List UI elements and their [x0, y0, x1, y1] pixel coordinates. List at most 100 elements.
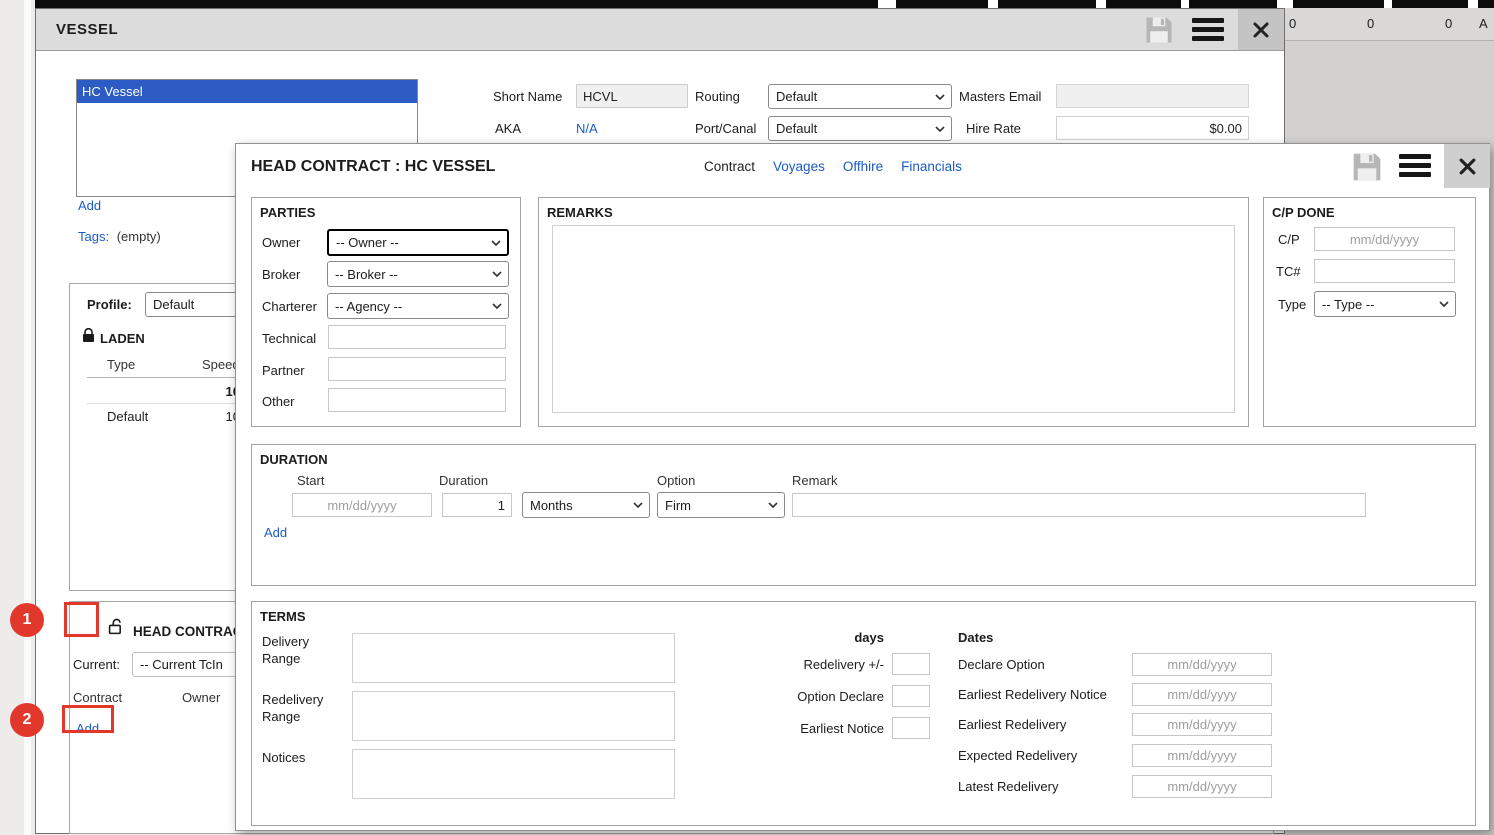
cp-done-section: C/P DONE C/P TC# Type -- Type --	[1263, 197, 1476, 427]
earliest-notice-input[interactable]	[892, 717, 930, 739]
lock-open-icon[interactable]	[108, 618, 126, 638]
chevron-down-icon	[491, 240, 501, 246]
laden-col-speed: Speed	[202, 357, 240, 372]
option-declare-input[interactable]	[892, 685, 930, 707]
laden-title: LADEN	[100, 331, 145, 346]
terms-days-header: days	[672, 630, 884, 645]
duration-value-input[interactable]	[442, 493, 512, 517]
right-col-value: A	[1479, 16, 1488, 31]
tc-input[interactable]	[1314, 259, 1455, 283]
owner-select-value: -- Owner --	[336, 235, 487, 250]
chevron-down-icon	[492, 271, 502, 277]
remarks-textarea[interactable]	[552, 225, 1235, 413]
right-col-value: 0	[1445, 16, 1452, 31]
aka-value-link[interactable]: N/A	[576, 121, 598, 136]
top-chrome-gap	[1468, 0, 1478, 8]
terms-section: TERMS Delivery Range Redelivery Range No…	[251, 601, 1476, 826]
owner-select[interactable]: -- Owner --	[327, 229, 509, 256]
earliest-redelivery-notice-date-input[interactable]	[1132, 683, 1272, 706]
cp-label: C/P	[1278, 232, 1300, 247]
top-chrome-gap	[1384, 0, 1392, 8]
routing-label: Routing	[695, 89, 740, 104]
right-col-value: 0	[1289, 16, 1296, 31]
duration-option-value: Firm	[665, 498, 764, 513]
duration-title: DURATION	[260, 452, 328, 467]
tab-voyages[interactable]: Voyages	[773, 159, 825, 174]
declare-option-date-input[interactable]	[1132, 653, 1272, 676]
hc-col-contract: Contract	[73, 690, 122, 705]
earliest-redelivery-date-input[interactable]	[1132, 713, 1272, 736]
hire-rate-label: Hire Rate	[966, 121, 1021, 136]
tab-offhire[interactable]: Offhire	[843, 159, 883, 174]
type-select[interactable]: -- Type --	[1314, 291, 1456, 317]
lock-closed-icon[interactable]	[82, 328, 95, 347]
chevron-down-icon	[492, 303, 502, 309]
cp-date-input[interactable]	[1314, 227, 1455, 251]
masters-email-label: Masters Email	[959, 89, 1041, 104]
latest-redelivery-date-input[interactable]	[1132, 775, 1272, 798]
top-chrome-gap	[988, 0, 998, 8]
right-panel-header: 0 0 0 A	[1285, 8, 1494, 41]
menu-icon[interactable]	[1192, 18, 1224, 45]
top-chrome-gap	[1277, 0, 1293, 8]
save-icon[interactable]	[1144, 15, 1174, 48]
broker-select[interactable]: -- Broker --	[327, 261, 509, 287]
vessel-window-header: VESSEL	[36, 9, 1284, 51]
type-label: Type	[1278, 297, 1306, 312]
annotation-step-2: 2	[10, 703, 44, 737]
duration-section: DURATION Start Duration Option Remark Mo…	[251, 444, 1476, 586]
tc-label: TC#	[1276, 264, 1301, 279]
routing-select[interactable]: Default	[768, 84, 952, 109]
close-icon[interactable]	[1444, 144, 1490, 188]
charterer-select[interactable]: -- Agency --	[327, 293, 509, 319]
duration-option-select[interactable]: Firm	[657, 492, 785, 518]
vessel-add-link[interactable]: Add	[78, 198, 101, 213]
technical-input[interactable]	[328, 325, 506, 349]
redelivery-range-label: Redelivery Range	[262, 691, 342, 725]
port-canal-select-value: Default	[776, 121, 931, 136]
terms-dates-header: Dates	[958, 630, 993, 645]
masters-email-input[interactable]	[1056, 84, 1249, 108]
type-select-value: -- Type --	[1322, 297, 1435, 312]
redelivery-plus-minus-label: Redelivery +/-	[672, 657, 884, 672]
charterer-label: Charterer	[262, 299, 317, 314]
duration-unit-value: Months	[530, 498, 629, 513]
chevron-down-icon	[768, 502, 778, 508]
tab-financials[interactable]: Financials	[901, 159, 962, 174]
parties-section: PARTIES Owner -- Owner -- Broker -- Brok…	[251, 197, 521, 427]
partner-input[interactable]	[328, 357, 506, 381]
port-canal-label: Port/Canal	[695, 121, 756, 136]
duration-start-input[interactable]	[292, 493, 432, 517]
duration-col-remark: Remark	[792, 473, 838, 488]
duration-add-link[interactable]: Add	[264, 525, 287, 540]
redelivery-plus-minus-input[interactable]	[892, 653, 930, 675]
save-icon[interactable]	[1351, 151, 1383, 186]
chevron-down-icon	[633, 502, 643, 508]
head-contract-title: HEAD CONTRACT	[133, 624, 251, 639]
hire-rate-input[interactable]	[1056, 116, 1249, 140]
delivery-range-textarea[interactable]	[352, 633, 675, 683]
profile-label: Profile:	[87, 297, 132, 312]
declare-option-label: Declare Option	[958, 657, 1045, 672]
top-chrome-gap	[1181, 0, 1189, 8]
tags-link[interactable]: Tags:	[78, 229, 109, 244]
notices-textarea[interactable]	[352, 749, 675, 799]
short-name-input[interactable]	[576, 84, 688, 108]
duration-col-duration: Duration	[439, 473, 488, 488]
duration-unit-select[interactable]: Months	[522, 492, 650, 518]
laden-top-value: 10	[180, 384, 240, 399]
laden-row-name: Default	[107, 409, 148, 424]
chevron-down-icon	[935, 126, 945, 132]
short-name-label: Short Name	[493, 89, 562, 104]
close-icon[interactable]	[1238, 9, 1284, 50]
vessel-list-item[interactable]: HC Vessel	[77, 80, 417, 103]
other-input[interactable]	[328, 388, 506, 412]
tab-contract[interactable]: Contract	[704, 159, 755, 174]
modal-tabs: Contract Voyages Offhire Financials	[704, 159, 962, 174]
menu-icon[interactable]	[1399, 154, 1431, 181]
redelivery-range-textarea[interactable]	[352, 691, 675, 741]
chevron-down-icon	[935, 94, 945, 100]
duration-remark-input[interactable]	[792, 493, 1366, 517]
port-canal-select[interactable]: Default	[768, 116, 952, 141]
expected-redelivery-date-input[interactable]	[1132, 744, 1272, 767]
